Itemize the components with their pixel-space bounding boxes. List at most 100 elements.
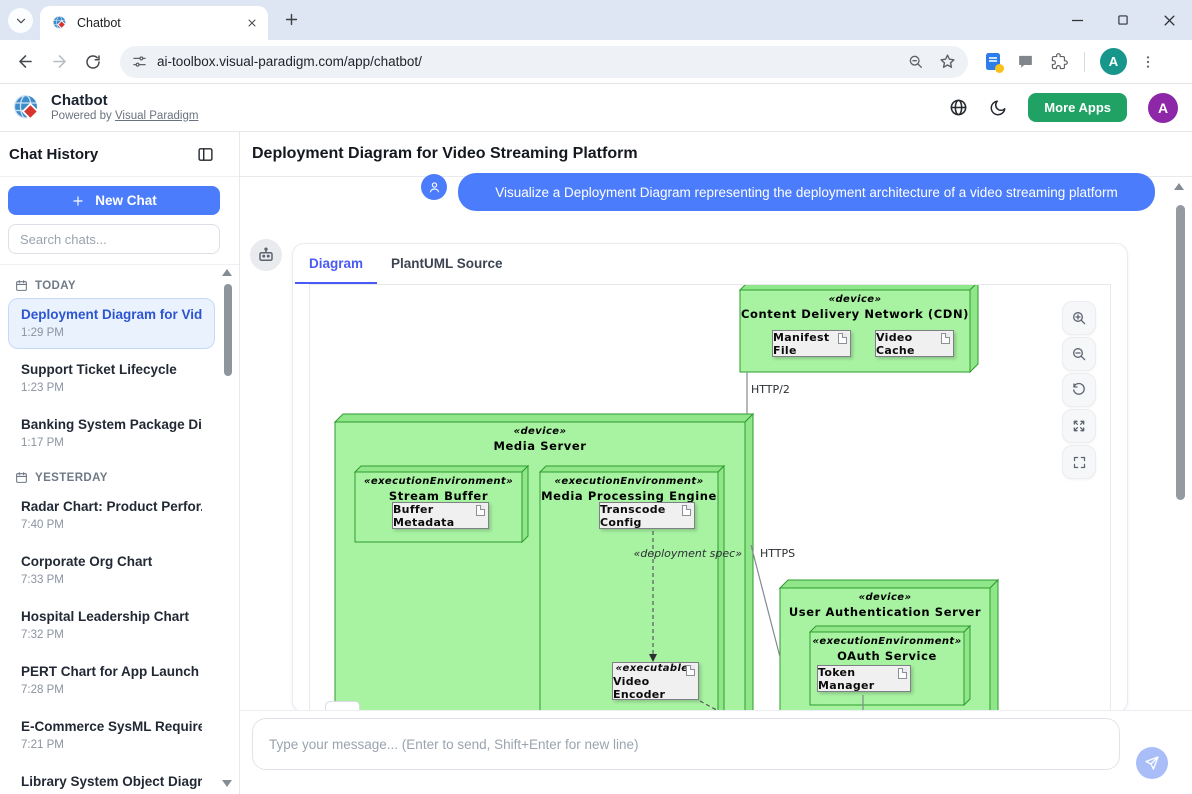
tab-diagram[interactable]: Diagram (295, 244, 377, 284)
zoom-in-button[interactable] (1062, 301, 1096, 335)
message-composer (240, 710, 1192, 794)
main-scroll-up-arrow[interactable] (1174, 183, 1184, 190)
docs-offline-extension-icon[interactable] (986, 53, 1000, 70)
artifact-manifest-file: Manifest File (772, 330, 851, 357)
user-message-avatar (421, 174, 447, 200)
main-scrollbar-thumb[interactable] (1176, 205, 1185, 500)
sidebar-scroll-up-arrow[interactable] (222, 269, 232, 276)
reset-view-button[interactable] (1062, 373, 1096, 407)
plus-icon (71, 194, 85, 208)
chat-history-sidebar: Chat History New Chat TODAY Deployment D… (0, 132, 240, 794)
artifact-buffer-metadata: Buffer Metadata (392, 502, 489, 529)
collapse-sidebar-icon[interactable] (197, 146, 214, 163)
artifact-doc-icon (682, 505, 691, 516)
more-apps-button[interactable]: More Apps (1028, 93, 1127, 122)
node-cdn-label: «device» Content Delivery Network (CDN) (740, 293, 970, 321)
bot-response-card: Diagram PlantUML Source (292, 243, 1128, 713)
artifact-doc-icon (898, 668, 907, 679)
chat-list-item[interactable]: Deployment Diagram for Vid... 1:29 PM (8, 298, 215, 349)
user-message-bubble: Visualize a Deployment Diagram represent… (458, 173, 1155, 211)
dark-mode-moon-icon[interactable] (989, 99, 1007, 117)
send-plane-icon (1144, 755, 1160, 771)
artifact-token-manager: Token Manager (817, 665, 911, 692)
window-close-button[interactable] (1146, 0, 1192, 40)
artifact-doc-icon (686, 665, 695, 676)
tab-title: Chatbot (77, 16, 237, 30)
chat-list-item[interactable]: PERT Chart for App Launch 7:28 PM (8, 655, 215, 706)
page-title: Deployment Diagram for Video Streaming P… (252, 145, 638, 163)
tab-plantuml-source[interactable]: PlantUML Source (377, 244, 517, 284)
node-stream-buffer-label: «executionEnvironment» Stream Buffer (355, 475, 522, 503)
app-header: Chatbot Powered by Visual Paradigm More … (0, 84, 1192, 132)
send-button[interactable] (1136, 747, 1168, 779)
extensions-puzzle-icon[interactable] (1051, 53, 1068, 70)
chat-extension-icon[interactable] (1017, 53, 1034, 70)
artifact-doc-icon (476, 505, 485, 516)
browser-toolbar: ai-toolbox.visual-paradigm.com/app/chatb… (0, 40, 1192, 84)
node-media-processing-engine-label: «executionEnvironment» Media Processing … (540, 475, 718, 503)
fit-expand-button[interactable] (1062, 409, 1096, 443)
browser-tab[interactable]: Chatbot (40, 6, 268, 40)
app-name: Chatbot (51, 92, 198, 109)
tab-favicon (52, 15, 68, 31)
sidebar-scrollbar-thumb[interactable] (224, 284, 232, 376)
language-globe-icon[interactable] (949, 98, 968, 117)
powered-by: Powered by Visual Paradigm (51, 109, 198, 123)
forward-icon[interactable] (44, 47, 74, 77)
node-auth-server-label: «device» User Authentication Server (780, 591, 990, 619)
browser-profile-avatar[interactable]: A (1100, 48, 1127, 75)
diagram-controls (1062, 301, 1096, 479)
artifact-video-encoder: «executable»Video Encoder (612, 662, 699, 700)
node-oauth-service-label: «executionEnvironment» OAuth Service (810, 635, 964, 663)
edge-label-https: HTTPS (760, 547, 795, 560)
chat-list-item[interactable]: Library System Object Diagr (8, 765, 215, 794)
window-controls (1054, 0, 1192, 40)
zoom-out-button[interactable] (1062, 337, 1096, 371)
new-tab-button[interactable] (283, 11, 300, 28)
robot-icon (257, 246, 275, 264)
zoom-indicator-icon[interactable] (908, 54, 924, 70)
chat-list-item[interactable]: E-Commerce SysML Require... 7:21 PM (8, 710, 215, 761)
chat-list-item[interactable]: Banking System Package Dia... 1:17 PM (8, 408, 215, 459)
window-minimize-button[interactable] (1054, 0, 1100, 40)
tab-close-icon[interactable] (246, 17, 258, 29)
person-icon (427, 180, 442, 195)
section-header-yesterday: YESTERDAY (8, 465, 215, 490)
calendar-icon (15, 471, 28, 484)
search-chats-input[interactable] (8, 224, 220, 254)
diagram-viewport[interactable]: «device» Content Delivery Network (CDN) … (309, 284, 1111, 714)
artifact-transcode-config: Transcode Config (599, 502, 695, 529)
chat-list-item[interactable]: Support Ticket Lifecycle 1:23 PM (8, 353, 215, 404)
edge-label-deployment-spec: «deployment spec» (600, 547, 742, 560)
browser-menu-icon[interactable] (1140, 54, 1156, 70)
response-tabs: Diagram PlantUML Source (293, 244, 1127, 284)
new-chat-button[interactable]: New Chat (8, 186, 220, 215)
back-icon[interactable] (10, 47, 40, 77)
browser-tabstrip: Chatbot (0, 0, 1192, 40)
artifact-doc-icon (941, 333, 950, 344)
chat-main-area: Deployment Diagram for Video Streaming P… (240, 132, 1192, 794)
fullscreen-button[interactable] (1062, 445, 1096, 479)
site-settings-icon[interactable] (132, 54, 147, 69)
artifact-video-cache: Video Cache (875, 330, 954, 357)
visual-paradigm-link[interactable]: Visual Paradigm (115, 110, 199, 122)
reload-icon[interactable] (78, 47, 108, 77)
url-text: ai-toolbox.visual-paradigm.com/app/chatb… (157, 54, 422, 69)
chat-list-item[interactable]: Corporate Org Chart 7:33 PM (8, 545, 215, 596)
app-logo (12, 93, 42, 123)
artifact-doc-icon (838, 333, 847, 344)
bot-avatar (250, 239, 282, 271)
window-maximize-button[interactable] (1100, 0, 1146, 40)
user-avatar[interactable]: A (1148, 93, 1178, 123)
address-bar[interactable]: ai-toolbox.visual-paradigm.com/app/chatb… (120, 46, 968, 78)
sidebar-scroll-down-arrow[interactable] (222, 780, 232, 787)
chat-list: TODAY Deployment Diagram for Vid... 1:29… (0, 264, 239, 794)
tab-search-chevron-icon[interactable] (8, 8, 33, 33)
sidebar-title: Chat History (9, 146, 98, 163)
chat-list-item[interactable]: Radar Chart: Product Perfor... 7:40 PM (8, 490, 215, 541)
bookmark-star-icon[interactable] (939, 53, 956, 70)
edge-label-http2: HTTP/2 (751, 383, 790, 396)
chat-list-item[interactable]: Hospital Leadership Chart 7:32 PM (8, 600, 215, 651)
message-input[interactable] (252, 718, 1120, 770)
calendar-icon (15, 279, 28, 292)
